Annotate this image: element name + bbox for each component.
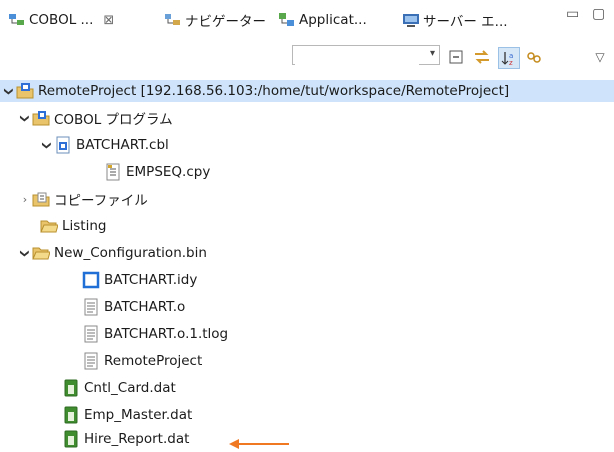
annotation-arrow-icon bbox=[229, 439, 289, 449]
application-explorer-icon bbox=[278, 11, 296, 29]
remote-project-icon bbox=[16, 82, 34, 100]
cobol-folder-icon bbox=[32, 109, 50, 127]
tree-item-remoteproject[interactable]: ❯ RemoteProject [192.168.56.103:/home/tu… bbox=[0, 80, 614, 102]
tree-item-label: BATCHART.cbl bbox=[76, 137, 169, 153]
tree-item-label: Listing bbox=[62, 218, 107, 234]
cobol-explorer-icon bbox=[8, 11, 26, 29]
idy-file-icon bbox=[82, 271, 100, 289]
tab-label: Applicat... bbox=[299, 12, 367, 28]
tab-application-explorer[interactable]: Applicat... bbox=[278, 7, 367, 33]
tree-item-label: BATCHART.o bbox=[104, 299, 186, 315]
tree-item-label: Hire_Report.dat bbox=[84, 431, 190, 447]
filter-combo[interactable]: ▾ bbox=[292, 45, 440, 65]
tree-item-label: COBOL プログラム bbox=[54, 112, 173, 128]
maximize-icon[interactable]: ▢ bbox=[592, 6, 605, 22]
tree-item-empseq-cpy[interactable]: EMPSEQ.cpy bbox=[104, 161, 210, 183]
tree-item-label: コピーファイル bbox=[54, 193, 148, 209]
text-file-icon bbox=[82, 325, 100, 343]
minimize-icon[interactable]: ▭ bbox=[566, 6, 579, 22]
cobol-file-icon bbox=[54, 136, 72, 154]
view-toolbar: ▾ az ▽ bbox=[0, 39, 614, 73]
tab-cobol-explorer[interactable]: COBOL ... ⊠ bbox=[8, 7, 114, 33]
copybook-file-icon bbox=[104, 163, 122, 181]
tree-item-label: New_Configuration.bin bbox=[54, 245, 207, 261]
data-file-icon bbox=[62, 379, 80, 397]
data-file-icon bbox=[62, 406, 80, 424]
copy-folder-icon bbox=[32, 190, 50, 208]
tree-item-new-configuration[interactable]: ❯ New_Configuration.bin bbox=[18, 242, 207, 264]
tab-label: ナビゲーター bbox=[185, 14, 266, 30]
tree-item-cobol-programs[interactable]: ❯ COBOL プログラム bbox=[18, 107, 173, 129]
text-file-icon bbox=[82, 352, 100, 370]
folder-icon bbox=[40, 217, 59, 235]
chevron-down-icon[interactable]: ❯ bbox=[20, 246, 30, 260]
tree-item-copy-files[interactable]: › コピーファイル bbox=[18, 188, 148, 210]
view-tab-bar: COBOL ... ⊠ ナビゲーター Applicat... サーバー エ...… bbox=[0, 0, 614, 38]
tree-item-batchart-idy[interactable]: BATCHART.idy bbox=[82, 269, 197, 291]
tree-item-label: RemoteProject [192.168.56.103:/home/tut/… bbox=[38, 83, 510, 99]
server-explorer-icon bbox=[402, 11, 420, 29]
tab-server-explorer[interactable]: サーバー エ... bbox=[402, 7, 508, 33]
tree-item-label: BATCHART.o.1.tlog bbox=[104, 326, 229, 342]
tree-item-label: BATCHART.idy bbox=[104, 272, 198, 288]
sort-alpha-icon[interactable]: az bbox=[498, 47, 520, 69]
link-with-editor-icon[interactable] bbox=[472, 47, 492, 67]
chevron-down-icon[interactable]: ❯ bbox=[42, 138, 52, 152]
tree-item-batchart-cbl[interactable]: ❯ BATCHART.cbl bbox=[40, 134, 169, 156]
folder-open-icon bbox=[32, 244, 51, 262]
tree-item-batchart-tlog[interactable]: BATCHART.o.1.tlog bbox=[82, 323, 228, 345]
chevron-down-icon[interactable]: ▾ bbox=[430, 48, 435, 59]
text-file-icon bbox=[82, 298, 100, 316]
tree-item-label: Cntl_Card.dat bbox=[84, 380, 176, 396]
chevron-right-icon[interactable]: › bbox=[18, 193, 32, 206]
view-menu-icon[interactable]: ▽ bbox=[590, 47, 610, 67]
filter-icon[interactable] bbox=[524, 47, 544, 67]
tab-label: COBOL ... bbox=[29, 12, 94, 28]
tree-item-label: Emp_Master.dat bbox=[84, 407, 193, 423]
tree-item-label: EMPSEQ.cpy bbox=[126, 164, 211, 180]
tree-item-label: RemoteProject bbox=[104, 353, 203, 369]
tab-label: サーバー エ... bbox=[423, 14, 508, 30]
tree-item-cntl-card[interactable]: Cntl_Card.dat bbox=[62, 377, 176, 399]
close-icon[interactable]: ⊠ bbox=[103, 13, 114, 28]
tree-item-remoteproject-file[interactable]: RemoteProject bbox=[82, 350, 202, 372]
tab-navigator[interactable]: ナビゲーター bbox=[164, 7, 266, 33]
tree-item-listing[interactable]: Listing bbox=[40, 215, 106, 237]
tree-item-emp-master[interactable]: Emp_Master.dat bbox=[62, 404, 192, 426]
tree-item-hire-report[interactable]: Hire_Report.dat bbox=[62, 428, 189, 450]
tree-item-batchart-o[interactable]: BATCHART.o bbox=[82, 296, 185, 318]
collapse-all-icon[interactable] bbox=[446, 47, 466, 67]
data-file-icon bbox=[62, 430, 80, 448]
chevron-down-icon[interactable]: ❯ bbox=[20, 111, 30, 125]
chevron-down-icon[interactable]: ❯ bbox=[4, 84, 14, 98]
filter-input[interactable] bbox=[295, 47, 419, 65]
navigator-icon bbox=[164, 11, 182, 29]
svg-text:z: z bbox=[509, 59, 513, 66]
